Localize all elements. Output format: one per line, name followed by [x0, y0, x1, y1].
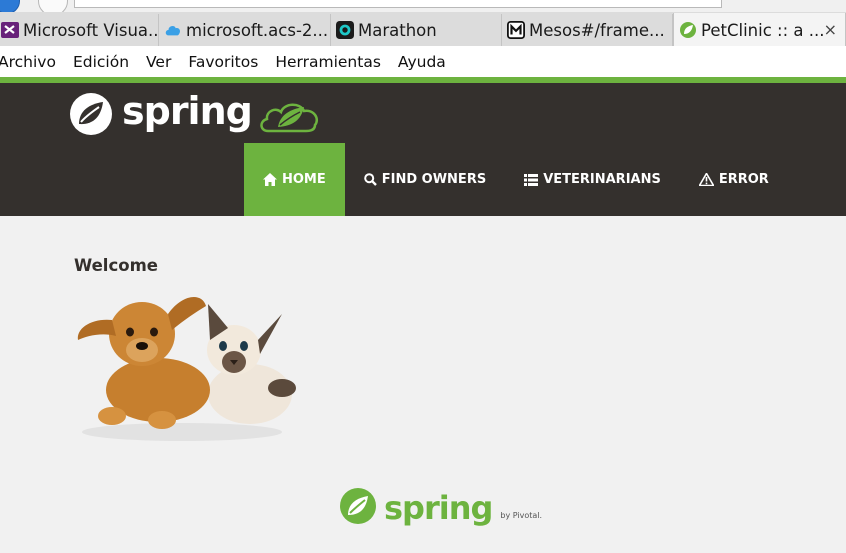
- browser-tab-bar: Microsoft Visua... microsoft.acs-2... Ma…: [0, 12, 846, 47]
- close-tab-icon[interactable]: ×: [824, 20, 837, 39]
- spring-leaf-icon: [679, 21, 697, 39]
- warning-icon: [698, 173, 714, 186]
- address-input[interactable]: [74, 0, 722, 8]
- menu-bar: Archivo Edición Ver Favoritos Herramient…: [0, 46, 846, 77]
- back-button[interactable]: [0, 0, 20, 12]
- menu-ver[interactable]: Ver: [146, 53, 171, 71]
- tab-label: Microsoft Visua...: [23, 20, 159, 40]
- brand-logo[interactable]: spring: [68, 89, 322, 137]
- footer-spring-icon: [340, 488, 376, 524]
- brand-wordmark: spring: [122, 89, 253, 133]
- forward-button[interactable]: [38, 0, 68, 12]
- tab-azure[interactable]: microsoft.acs-2...: [159, 14, 331, 46]
- tab-label: Mesos#/frame...: [529, 20, 665, 40]
- nav-label: VETERINARIANS: [543, 172, 661, 187]
- main-nav: HOME FIND OWNERS VETERINARIANS ERROR: [244, 143, 788, 216]
- list-icon: [524, 173, 539, 186]
- toolbar-icons: [736, 0, 846, 10]
- pet-leaf-logo-icon: [260, 103, 318, 133]
- address-bar-strip: [0, 0, 846, 12]
- tab-mesos[interactable]: Mesos#/frame...: [502, 14, 673, 46]
- mesos-icon: [507, 21, 525, 39]
- nav-label: FIND OWNERS: [381, 172, 487, 187]
- nav-find-owners[interactable]: FIND OWNERS: [345, 143, 505, 216]
- tab-marathon[interactable]: Marathon: [331, 14, 502, 46]
- search-icon: [363, 173, 377, 186]
- spring-logo-icon: [70, 93, 112, 135]
- marathon-icon: [336, 21, 354, 39]
- nav-error[interactable]: ERROR: [680, 143, 788, 216]
- menu-herramientas[interactable]: Herramientas: [275, 53, 381, 71]
- visual-studio-icon: [1, 21, 19, 39]
- pets-image: [77, 296, 296, 441]
- tab-label: PetClinic :: a ...: [701, 20, 825, 40]
- menu-favoritos[interactable]: Favoritos: [188, 53, 258, 71]
- tab-petclinic[interactable]: PetClinic :: a ... ×: [673, 13, 846, 47]
- nav-home[interactable]: HOME: [244, 143, 345, 216]
- nav-label: ERROR: [718, 172, 769, 187]
- footer-wordmark: spring: [384, 489, 493, 527]
- tab-label: microsoft.acs-2...: [186, 20, 329, 40]
- menu-edicion[interactable]: Edición: [73, 53, 129, 71]
- nav-label: HOME: [282, 172, 326, 187]
- site-header: spring HOME FIND OWNERS VETERINARIANS ER…: [0, 83, 846, 216]
- nav-veterinarians[interactable]: VETERINARIANS: [505, 143, 680, 216]
- tab-label: Marathon: [358, 20, 437, 40]
- page-title: Welcome: [74, 256, 158, 275]
- home-icon: [263, 173, 277, 186]
- menu-ayuda[interactable]: Ayuda: [398, 53, 446, 71]
- footer-spring-logo: spring by Pivotal.: [338, 486, 542, 526]
- footer-by-pivotal: by Pivotal.: [500, 511, 543, 520]
- azure-cloud-icon: [164, 21, 182, 39]
- menu-archivo[interactable]: Archivo: [0, 53, 56, 71]
- tab-visual-studio[interactable]: Microsoft Visua...: [0, 14, 159, 46]
